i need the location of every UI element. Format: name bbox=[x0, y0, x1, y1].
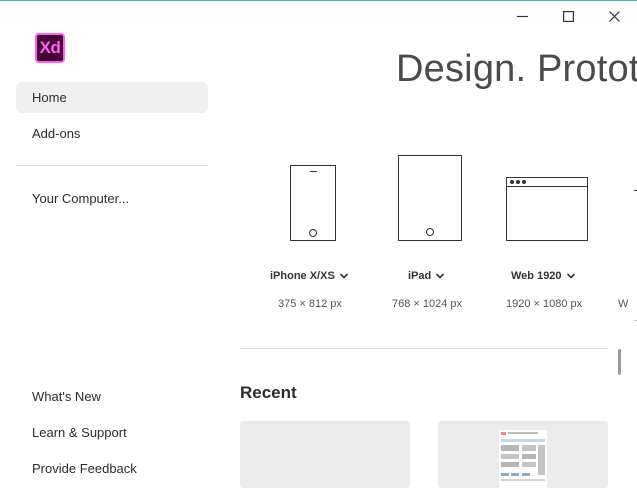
tablet-icon[interactable] bbox=[398, 155, 462, 241]
sidebar-item-your-computer[interactable]: Your Computer... bbox=[16, 183, 208, 214]
recent-file-card[interactable] bbox=[240, 421, 410, 488]
main-content: Design. Prototy iPhone X/XS 375 × 812 px… bbox=[0, 0, 637, 488]
sidebar-item-learn-support[interactable]: Learn & Support bbox=[16, 417, 208, 448]
preset-iphone-size: 375 × 812 px bbox=[278, 298, 342, 310]
close-icon[interactable] bbox=[599, 6, 629, 26]
preset-ipad-label: iPad bbox=[408, 270, 432, 282]
maximize-icon[interactable] bbox=[553, 6, 583, 26]
preset-web-1920-name[interactable]: Web 1920 bbox=[511, 270, 576, 282]
chevron-down-icon bbox=[339, 273, 348, 279]
logo-text: Xd bbox=[39, 38, 61, 57]
app-logo: Xd bbox=[35, 33, 65, 63]
recent-section-title: Recent bbox=[240, 383, 297, 402]
sidebar-item-add-ons[interactable]: Add-ons bbox=[16, 118, 208, 149]
scrollbar-thumb[interactable] bbox=[618, 349, 621, 375]
page-headline: Design. Prototy bbox=[396, 48, 637, 90]
phone-icon[interactable] bbox=[290, 165, 336, 241]
recent-file-thumbnail bbox=[499, 430, 547, 488]
chevron-down-icon bbox=[436, 273, 445, 279]
chevron-down-icon bbox=[566, 273, 575, 279]
preset-web-1920-label: Web 1920 bbox=[511, 270, 562, 282]
section-divider bbox=[240, 348, 608, 349]
preset-ipad-name[interactable]: iPad bbox=[408, 270, 445, 282]
preset-iphone-name[interactable]: iPhone X/XS bbox=[270, 270, 349, 282]
sidebar-divider bbox=[16, 165, 208, 166]
recent-file-card[interactable] bbox=[438, 421, 608, 488]
sidebar-item-provide-feedback[interactable]: Provide Feedback bbox=[16, 453, 208, 484]
sidebar-item-whats-new[interactable]: What's New bbox=[16, 381, 208, 412]
sidebar-item-home[interactable]: Home bbox=[16, 82, 208, 113]
preset-iphone-label: iPhone X/XS bbox=[270, 270, 335, 282]
preset-web-1920-size: 1920 × 1080 px bbox=[506, 298, 583, 310]
minimize-icon[interactable] bbox=[507, 6, 537, 26]
window-top-border bbox=[0, 0, 637, 1]
browser-icon[interactable] bbox=[506, 177, 588, 241]
preset-ipad-size: 768 × 1024 px bbox=[392, 298, 463, 310]
preset-custom-width-label[interactable]: W bbox=[618, 298, 628, 310]
